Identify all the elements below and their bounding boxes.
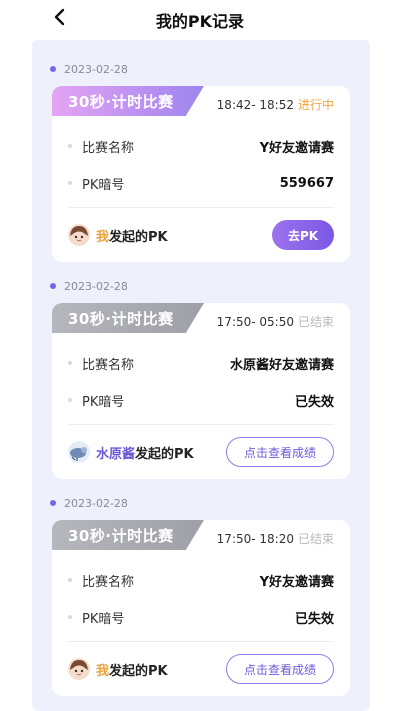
competition-tag: 30秒·计时比赛: [52, 520, 204, 550]
date-row: 2023-02-28: [50, 496, 128, 510]
avatar-girl-icon: [68, 224, 90, 246]
info-label: 比赛名称: [82, 574, 135, 590]
bullet-icon: [68, 615, 72, 619]
time-info: 18:42- 18:52 进行中: [217, 96, 334, 113]
initiator-name: 我: [96, 663, 110, 679]
bullet-icon: [68, 361, 72, 365]
initiator: 水原酱 发起的PK: [68, 441, 194, 463]
pk-record-card[interactable]: 30秒·计时比赛 18:42- 18:52 进行中 比赛名称 Y好友邀请赛 PK暗…: [52, 86, 350, 262]
initiator-suffix: 发起的PK: [109, 663, 168, 679]
record-date: 2023-02-28: [64, 62, 128, 76]
divider: [68, 207, 334, 208]
date-dot-icon: [50, 500, 56, 506]
initiator-name: 我: [96, 229, 110, 245]
info-row-code: PK暗号 已失效: [68, 607, 334, 627]
card-footer: 我发起的PK 去PK: [68, 216, 334, 254]
initiator-suffix: 发起的PK: [135, 446, 194, 462]
date-dot-icon: [50, 283, 56, 289]
info-row-code: PK暗号 已失效: [68, 390, 334, 410]
bullet-icon: [68, 144, 72, 148]
bullet-icon: [68, 578, 72, 582]
info-label: 比赛名称: [82, 140, 135, 156]
record-date: 2023-02-28: [64, 496, 128, 510]
card-footer: 水原酱 发起的PK 点击查看成绩: [68, 433, 334, 471]
avatar-blue-icon: [68, 441, 90, 463]
pk-code: 已失效: [294, 394, 334, 410]
date-dot-icon: [50, 66, 56, 72]
competition-name: 水原酱好友邀请赛: [229, 357, 334, 373]
view-results-button[interactable]: 点击查看成绩: [226, 437, 334, 467]
info-label: PK暗号: [82, 611, 125, 627]
competition-tag: 30秒·计时比赛: [52, 303, 204, 333]
time-info: 17:50- 18:20 已结束: [217, 530, 334, 547]
competition-name: Y好友邀请赛: [259, 140, 334, 156]
time-range: 18:42- 18:52: [216, 98, 294, 112]
go-pk-button[interactable]: 去PK: [272, 220, 334, 250]
page-title: 我的PK记录: [155, 12, 245, 31]
card-header: 30秒·计时比赛 17:50- 05:50 已结束: [52, 303, 350, 341]
info-label: PK暗号: [82, 394, 125, 410]
info-label: 比赛名称: [82, 357, 135, 373]
time-range: 17:50- 18:20: [216, 532, 294, 546]
date-row: 2023-02-28: [50, 279, 128, 293]
pk-record-card[interactable]: 30秒·计时比赛 17:50- 18:20 已结束 比赛名称 Y好友邀请赛 PK暗…: [52, 520, 350, 696]
initiator-suffix: 发起的PK: [109, 229, 168, 245]
status-badge: 进行中: [297, 98, 334, 112]
competition-tag: 30秒·计时比赛: [52, 86, 204, 116]
header: 我的PK记录: [0, 0, 400, 38]
info-row-name: 比赛名称 水原酱好友邀请赛: [68, 353, 334, 373]
info-row-code: PK暗号 559667: [68, 173, 334, 193]
pk-code: 559667: [279, 175, 334, 191]
status-badge: 已结束: [297, 532, 334, 546]
divider: [68, 641, 334, 642]
avatar-girl-icon: [68, 658, 90, 680]
initiator: 我发起的PK: [68, 224, 168, 246]
divider: [68, 424, 334, 425]
bullet-icon: [68, 398, 72, 402]
initiator: 我发起的PK: [68, 658, 168, 680]
card-header: 30秒·计时比赛 17:50- 18:20 已结束: [52, 520, 350, 558]
status-badge: 已结束: [297, 315, 334, 329]
card-header: 30秒·计时比赛 18:42- 18:52 进行中: [52, 86, 350, 124]
view-results-button[interactable]: 点击查看成绩: [226, 654, 334, 684]
info-row-name: 比赛名称 Y好友邀请赛: [68, 136, 334, 156]
time-info: 17:50- 05:50 已结束: [217, 313, 334, 330]
record-date: 2023-02-28: [64, 279, 128, 293]
info-label: PK暗号: [82, 177, 125, 193]
pk-record-card[interactable]: 30秒·计时比赛 17:50- 05:50 已结束 比赛名称 水原酱好友邀请赛 P…: [52, 303, 350, 479]
card-footer: 我发起的PK 点击查看成绩: [68, 650, 334, 688]
time-range: 17:50- 05:50: [216, 315, 294, 329]
pk-code: 已失效: [294, 611, 334, 627]
competition-name: Y好友邀请赛: [259, 574, 334, 590]
initiator-name: 水原酱: [96, 446, 136, 462]
bullet-icon: [68, 181, 72, 185]
date-row: 2023-02-28: [50, 62, 128, 76]
info-row-name: 比赛名称 Y好友邀请赛: [68, 570, 334, 590]
record-list[interactable]: 2023-02-28 30秒·计时比赛 18:42- 18:52 进行中 比赛名称…: [32, 40, 370, 711]
